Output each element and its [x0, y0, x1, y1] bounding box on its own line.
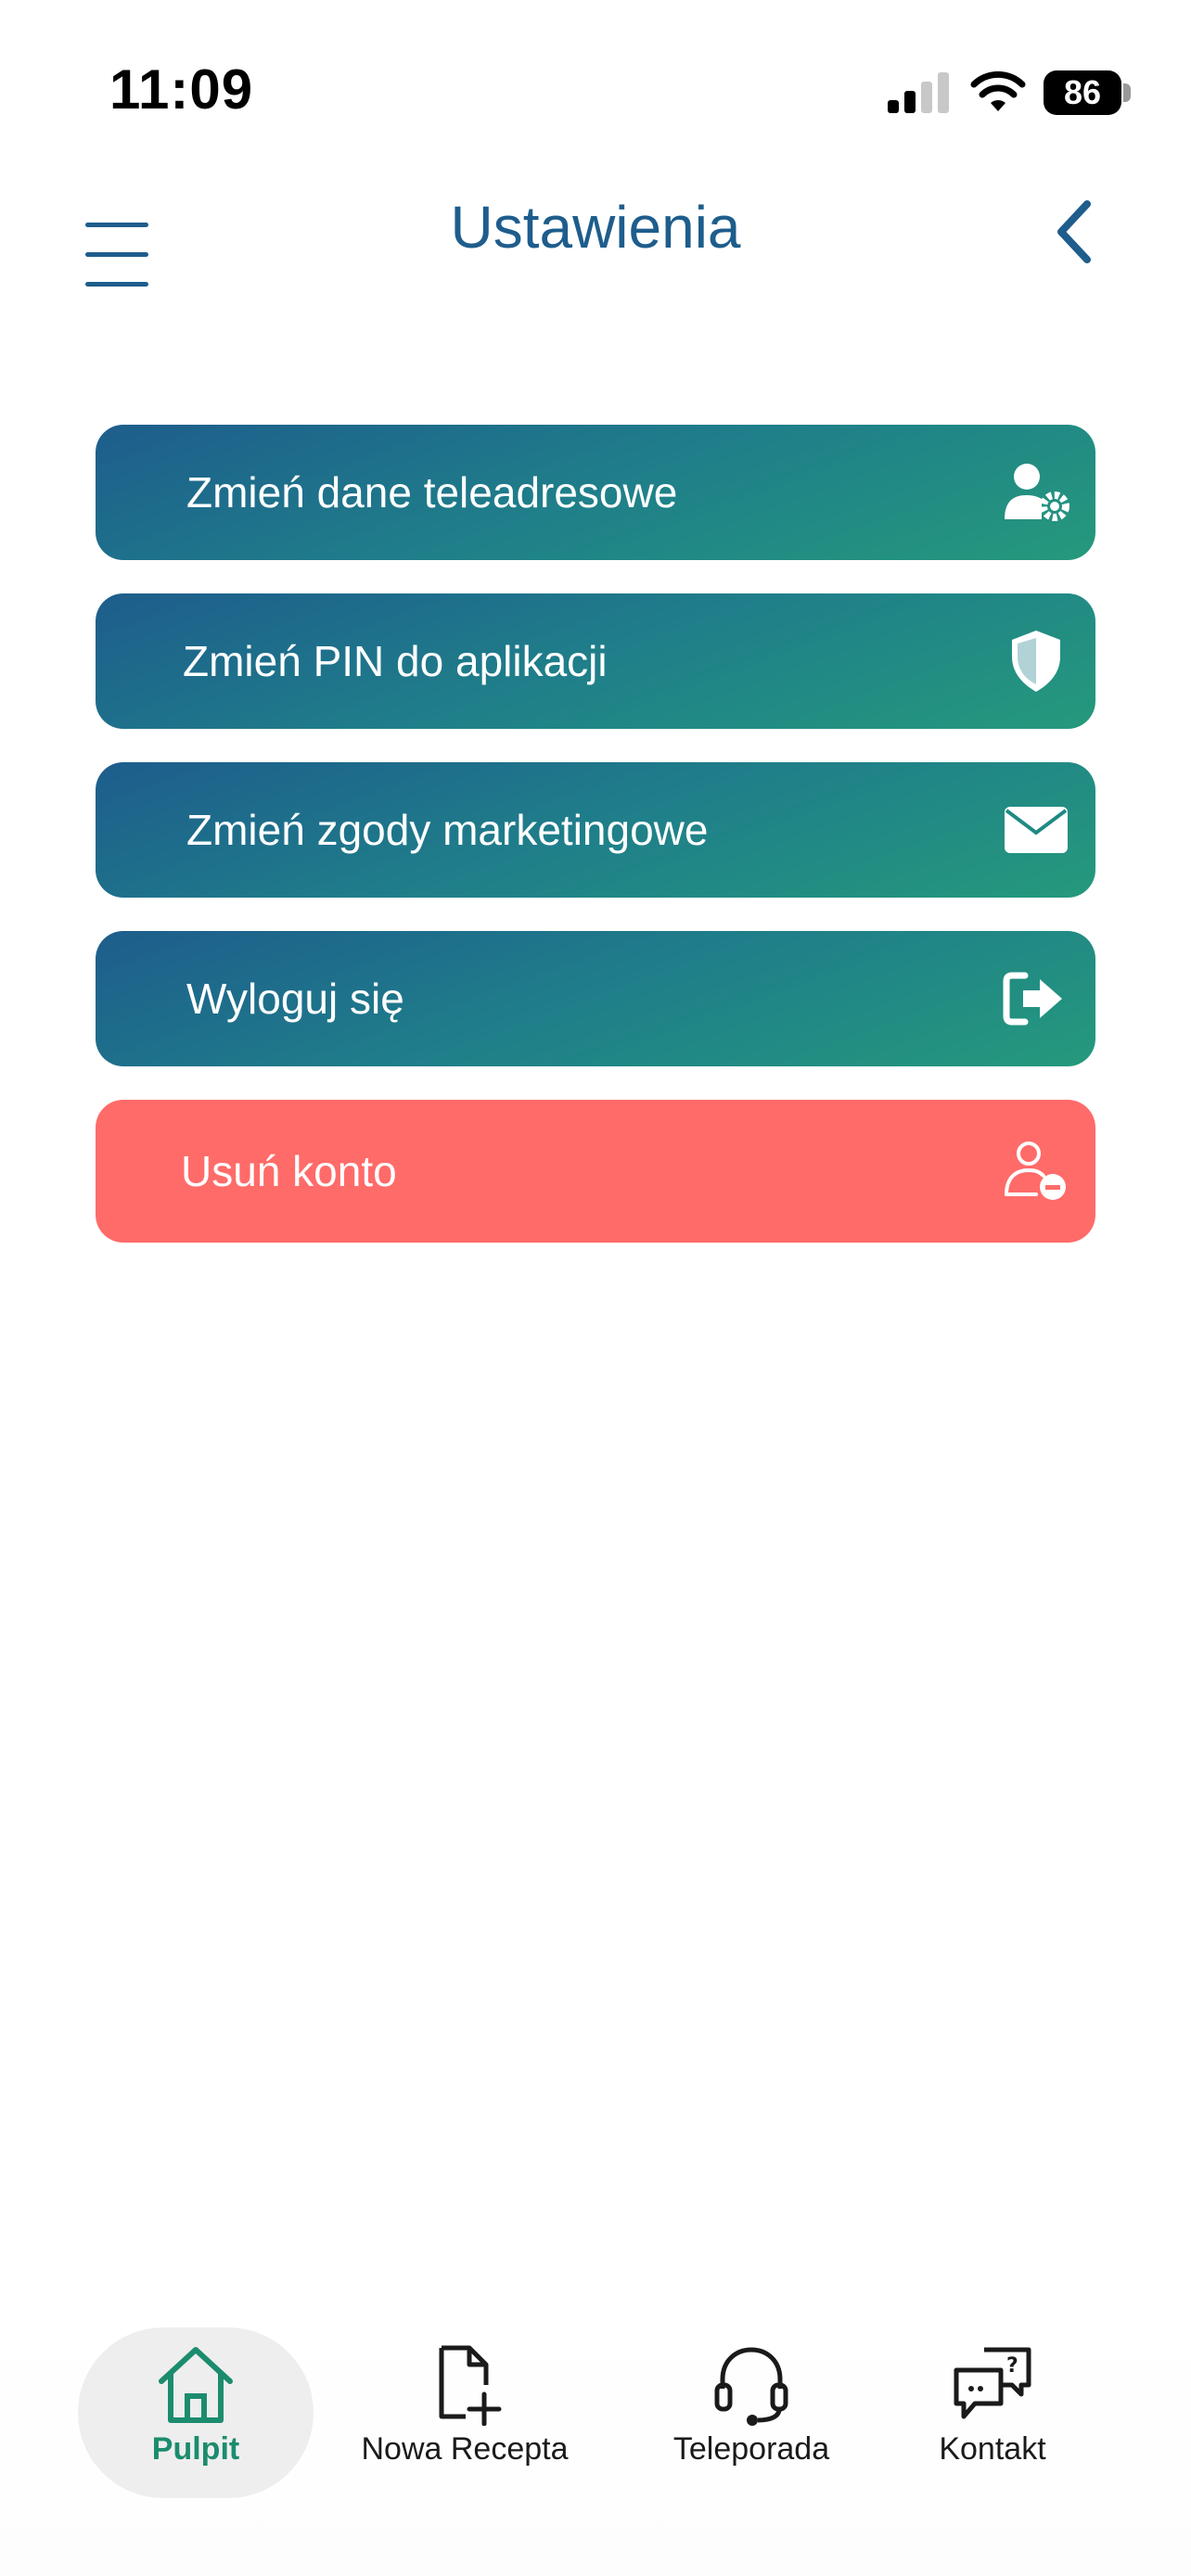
user-remove-icon	[1005, 1141, 1066, 1200]
status-time: 11:09	[109, 58, 254, 121]
status-bar: 11:09 86	[0, 0, 1191, 185]
menu-item-label: Wyloguj się	[186, 975, 404, 1023]
nav-item-kontakt[interactable]: ? Kontakt	[918, 2327, 1067, 2519]
envelope-icon	[1005, 807, 1068, 853]
app-header: Ustawienia	[0, 176, 1191, 287]
shield-icon	[1012, 631, 1060, 692]
nav-item-pulpit[interactable]: Pulpit	[78, 2327, 314, 2504]
menu-item-label: Zmień zgody marketingowe	[186, 806, 709, 854]
nav-label: Pulpit	[151, 2431, 240, 2467]
wifi-icon	[970, 70, 1026, 111]
svg-text:?: ?	[1006, 2354, 1018, 2378]
nav-label: Teleporada	[672, 2431, 830, 2467]
battery-level: 86	[1063, 73, 1102, 111]
nav-label: Kontakt	[939, 2431, 1046, 2467]
headset-icon	[714, 2347, 788, 2426]
change-contact-data-button[interactable]: Zmień dane teleadresowe	[96, 425, 1095, 560]
back-chevron-icon[interactable]	[1046, 195, 1102, 269]
menu-item-label: Usuń konto	[181, 1147, 397, 1195]
nav-item-teleporada[interactable]: Teleporada	[649, 2327, 853, 2519]
battery-indicator: 86	[1044, 70, 1133, 115]
cellular-signal-icon	[888, 72, 949, 113]
logout-icon	[1003, 972, 1062, 1026]
bottom-navigation: Pulpit Nowa Recepta Teleporada ? Kontakt	[0, 2309, 1191, 2576]
page-title: Ustawienia	[450, 194, 741, 261]
nav-item-nowa-recepta[interactable]: Nowa Recepta	[349, 2327, 581, 2519]
change-marketing-consents-button[interactable]: Zmień zgody marketingowe	[96, 762, 1095, 898]
nav-label: Nowa Recepta	[361, 2431, 569, 2467]
home-icon	[159, 2347, 233, 2423]
menu-item-label: Zmień dane teleadresowe	[186, 468, 678, 516]
change-pin-button[interactable]: Zmień PIN do aplikacji	[96, 593, 1095, 729]
logout-button[interactable]: Wyloguj się	[96, 931, 1095, 1066]
chat-question-icon: ?	[954, 2347, 1031, 2419]
delete-account-button[interactable]: Usuń konto	[96, 1100, 1095, 1243]
user-gear-icon	[1005, 464, 1069, 521]
menu-item-label: Zmień PIN do aplikacji	[183, 637, 608, 685]
file-add-icon	[439, 2345, 502, 2426]
